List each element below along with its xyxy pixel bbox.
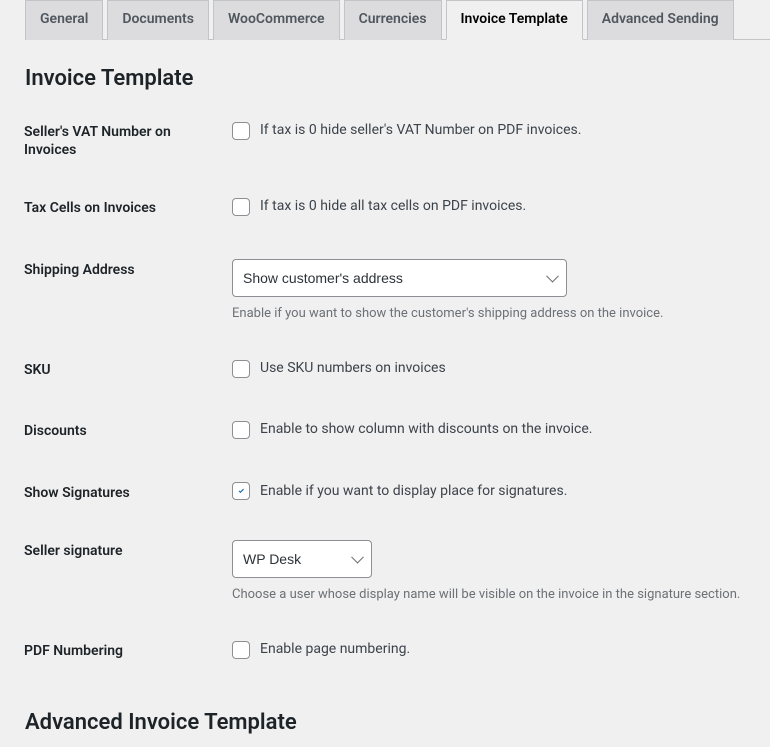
signatures-checkbox[interactable] <box>232 482 250 500</box>
tab-invoice-template[interactable]: Invoice Template <box>446 0 583 40</box>
discounts-checkbox-label[interactable]: Enable to show column with discounts on … <box>232 420 592 440</box>
signatures-checkbox-label[interactable]: Enable if you want to display place for … <box>232 482 567 502</box>
shipping-select-wrap: Show customer's address <box>232 259 567 297</box>
vat-checkbox-label[interactable]: If tax is 0 hide seller's VAT Number on … <box>232 121 581 141</box>
sku-checkbox-label[interactable]: Use SKU numbers on invoices <box>232 359 446 379</box>
tab-general[interactable]: General <box>25 0 103 40</box>
pdf-num-checkbox[interactable] <box>232 641 250 659</box>
vat-text: If tax is 0 hide seller's VAT Number on … <box>260 121 581 141</box>
sku-checkbox[interactable] <box>232 360 250 378</box>
tab-currencies[interactable]: Currencies <box>344 0 442 40</box>
seller-sig-select[interactable]: WP Desk <box>232 540 372 578</box>
tax-cells-text: If tax is 0 hide all tax cells on PDF in… <box>260 197 526 217</box>
settings-form: Seller's VAT Number on Invoices If tax i… <box>12 103 770 684</box>
row-label-shipping: Shipping Address <box>12 241 222 341</box>
discounts-text: Enable to show column with discounts on … <box>260 420 592 440</box>
row-label-signatures: Show Signatures <box>12 464 222 522</box>
tax-cells-checkbox[interactable] <box>232 198 250 216</box>
pdf-num-checkbox-label[interactable]: Enable page numbering. <box>232 640 410 660</box>
row-label-discounts: Discounts <box>12 402 222 463</box>
row-label-seller-sig: Seller signature <box>12 522 222 622</box>
pdf-num-text: Enable page numbering. <box>260 640 410 660</box>
shipping-select[interactable]: Show customer's address <box>232 259 567 297</box>
row-label-vat: Seller's VAT Number on Invoices <box>12 103 222 179</box>
row-label-sku: SKU <box>12 341 222 402</box>
seller-sig-select-wrap: WP Desk <box>232 540 372 578</box>
settings-tabs: General Documents WooCommerce Currencies… <box>25 0 770 40</box>
signatures-text: Enable if you want to display place for … <box>260 482 567 502</box>
sku-text: Use SKU numbers on invoices <box>260 359 446 379</box>
tax-cells-checkbox-label[interactable]: If tax is 0 hide all tax cells on PDF in… <box>232 197 526 217</box>
section-title: Invoice Template <box>25 66 770 91</box>
vat-checkbox[interactable] <box>232 122 250 140</box>
row-label-pdf-num: PDF Numbering <box>12 622 222 683</box>
row-label-tax-cells: Tax Cells on Invoices <box>12 179 222 240</box>
discounts-checkbox[interactable] <box>232 421 250 439</box>
tab-advanced-sending[interactable]: Advanced Sending <box>587 0 734 40</box>
section-title-advanced: Advanced Invoice Template <box>25 710 770 735</box>
seller-sig-desc: Choose a user whose display name will be… <box>232 586 770 604</box>
shipping-desc: Enable if you want to show the customer'… <box>232 305 770 323</box>
tab-documents[interactable]: Documents <box>107 0 209 40</box>
tab-woocommerce[interactable]: WooCommerce <box>213 0 340 40</box>
